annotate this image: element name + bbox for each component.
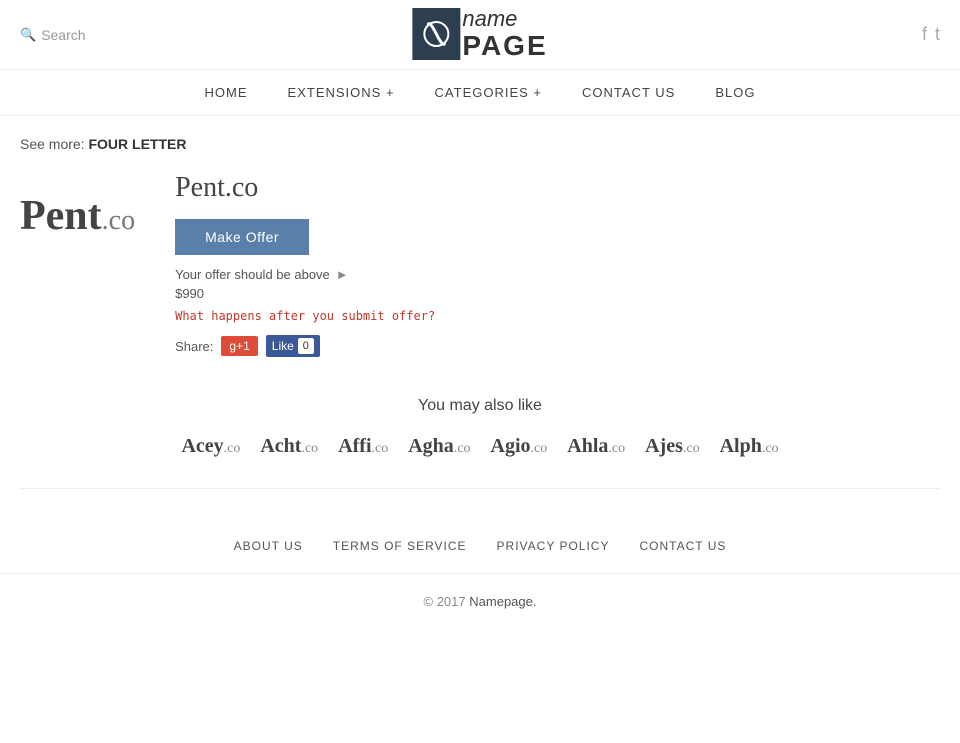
list-item[interactable]: Ahla.co xyxy=(567,435,625,458)
logo[interactable]: name PAGE xyxy=(412,7,547,62)
also-like-title: You may also like xyxy=(20,397,940,415)
twitter-icon[interactable]: t xyxy=(935,24,940,45)
domain-list: Acey.co Acht.co Affi.co Agha.co Agio.co … xyxy=(20,435,940,458)
search-area[interactable]: 🔍 Search xyxy=(20,27,86,43)
footer-privacy[interactable]: PRIVACY POLICY xyxy=(497,539,610,553)
site-header: 🔍 Search name PAGE f t xyxy=(0,0,960,70)
list-item[interactable]: Ajes.co xyxy=(645,435,699,458)
nav-home[interactable]: HOME xyxy=(205,85,248,100)
logo-text: name PAGE xyxy=(462,7,547,62)
share-area: Share: g+1 Like 0 xyxy=(175,335,940,357)
nav-contact[interactable]: CONTACT US xyxy=(582,85,675,100)
social-icons: f t xyxy=(922,24,940,45)
offer-arrow-icon: ► xyxy=(336,267,349,282)
footer-copyright: © 2017 Namepage. xyxy=(0,574,960,629)
breadcrumb-link[interactable]: FOUR LETTER xyxy=(88,136,186,152)
nav-extensions[interactable]: EXTENSIONS + xyxy=(288,85,395,100)
nav-categories[interactable]: CATEGORIES + xyxy=(435,85,542,100)
domain-tld: .co xyxy=(301,441,318,456)
domain-tld: .co xyxy=(224,441,241,456)
fb-like-label: Like xyxy=(272,339,294,353)
footer-terms[interactable]: TERMS OF SERVICE xyxy=(333,539,467,553)
list-item[interactable]: Alph.co xyxy=(720,435,779,458)
share-label: Share: xyxy=(175,339,213,354)
domain-logo-large: Pent.co xyxy=(20,172,135,357)
google-plus-button[interactable]: g+1 xyxy=(221,336,257,356)
logo-name: name xyxy=(462,7,547,31)
offer-info-text: Your offer should be above xyxy=(175,267,330,282)
brand-link[interactable]: Namepage. xyxy=(469,594,536,609)
search-label[interactable]: Search xyxy=(41,27,85,43)
domain-tld: .co xyxy=(762,441,779,456)
facebook-icon[interactable]: f xyxy=(922,24,927,45)
site-footer: ABOUT US TERMS OF SERVICE PRIVACY POLICY… xyxy=(0,519,960,629)
main-nav: HOME EXTENSIONS + CATEGORIES + CONTACT U… xyxy=(0,70,960,116)
domain-tld: .co xyxy=(454,441,471,456)
breadcrumb-prefix: See more: xyxy=(20,136,85,152)
domain-tld: .co xyxy=(683,441,700,456)
footer-links: ABOUT US TERMS OF SERVICE PRIVACY POLICY… xyxy=(0,519,960,574)
also-like-section: You may also like Acey.co Acht.co Affi.c… xyxy=(20,397,940,458)
footer-about[interactable]: ABOUT US xyxy=(234,539,303,553)
logo-page: PAGE xyxy=(462,31,547,62)
domain-tld-large: .co xyxy=(102,205,135,236)
logo-box: name PAGE xyxy=(412,7,547,62)
footer-contact[interactable]: CONTACT US xyxy=(639,539,726,553)
search-icon: 🔍 xyxy=(20,27,36,43)
list-item[interactable]: Affi.co xyxy=(338,435,388,458)
domain-name-large: Pent xyxy=(20,193,102,239)
main-content: See more: FOUR LETTER Pent.co Pent.co Ma… xyxy=(0,116,960,519)
list-item[interactable]: Acht.co xyxy=(260,435,318,458)
copyright-year: © 2017 xyxy=(424,594,466,609)
domain-title: Pent.co xyxy=(175,172,940,204)
nav-blog[interactable]: BLOG xyxy=(715,85,755,100)
list-item[interactable]: Agha.co xyxy=(408,435,470,458)
breadcrumb: See more: FOUR LETTER xyxy=(20,136,940,152)
domain-tld: .co xyxy=(608,441,625,456)
domain-logo-display: Pent.co xyxy=(20,192,135,240)
offer-info: Your offer should be above ► xyxy=(175,267,940,282)
list-item[interactable]: Agio.co xyxy=(491,435,548,458)
facebook-like-button[interactable]: Like 0 xyxy=(266,335,320,357)
what-happens-link[interactable]: What happens after you submit offer? xyxy=(175,309,940,323)
domain-tld: .co xyxy=(531,441,548,456)
footer-divider xyxy=(20,488,940,489)
logo-icon xyxy=(412,8,460,60)
domain-tld: .co xyxy=(372,441,389,456)
domain-area: Pent.co Pent.co Make Offer Your offer sh… xyxy=(20,172,940,357)
fb-count: 0 xyxy=(298,338,314,354)
offer-amount: $990 xyxy=(175,286,940,301)
domain-info: Pent.co Make Offer Your offer should be … xyxy=(175,172,940,357)
make-offer-button[interactable]: Make Offer xyxy=(175,219,309,255)
list-item[interactable]: Acey.co xyxy=(181,435,240,458)
